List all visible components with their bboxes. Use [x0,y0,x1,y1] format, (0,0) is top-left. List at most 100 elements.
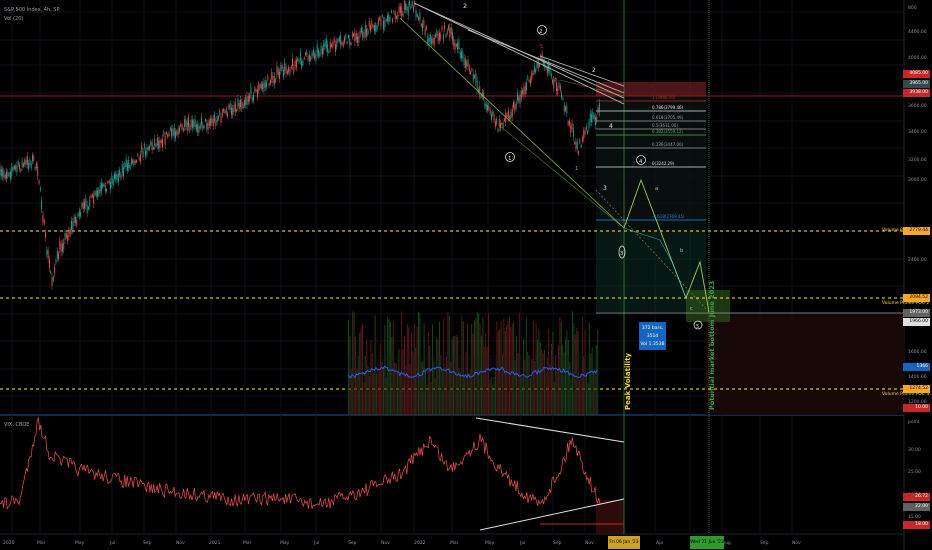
candle-body [17,161,19,165]
candle-body [208,120,210,126]
candle-body [65,233,67,238]
candle-body [95,190,97,196]
candle-body [569,120,570,126]
candle-body [293,66,295,73]
candle-body [167,134,169,138]
candle-body [107,181,109,184]
candle-body [101,182,102,192]
candle-body [435,34,436,38]
candle-body [12,166,14,171]
candle-body [97,190,98,198]
candle-body [324,41,326,48]
candle-body [536,62,538,68]
candle-body [442,34,444,41]
candle-body [64,232,66,241]
candle-body [422,23,423,32]
indicator-title[interactable]: Vol (20) [4,15,59,24]
candle-body [175,131,176,139]
candle-body [25,159,27,165]
candle-body [463,57,465,65]
candle-body [42,214,44,222]
candle-body [340,35,342,45]
price-axis-label: 4000.00 [908,56,927,61]
candle-body [345,34,347,39]
date-box-bottom[interactable]: Wed 21 Jun '23 16:30 [690,536,724,549]
candle-body [166,131,167,135]
candle-body [441,26,443,31]
date-box-peak[interactable]: Fri 06 Jan '23 14:30 [608,536,640,549]
candle-body [298,59,300,63]
candle-body [271,71,273,80]
candle-body [416,14,418,17]
candle-body [119,169,121,176]
candle-body [380,19,382,26]
candle-body [218,116,219,120]
candle-body [493,114,495,121]
candle-body [426,26,427,30]
wave-sub-b: b [680,248,683,254]
candle-body [150,141,152,146]
candle-body [452,32,453,41]
time-axis-label: Sep [348,540,357,546]
wave-sub-a: a [655,186,658,192]
candle-body [162,138,163,148]
candle-body [420,24,422,27]
wave-sub-3: 3 [603,185,607,192]
candle-body [169,127,171,131]
candle-body [102,183,104,188]
symbol-title[interactable]: S&P 500 Index, 4h, SP [4,6,59,15]
vix-legend[interactable]: VIX, CBOE [4,421,29,430]
candle-body [267,75,269,80]
price-badge-5: 2094.52 [903,294,930,302]
candle-body [246,96,248,105]
candle-body [524,85,526,94]
candle-body [231,107,232,116]
candle-body [461,51,462,59]
candle-body [444,24,446,30]
candle-body [227,112,228,117]
candle-body [285,66,287,74]
candle-body [335,44,336,53]
candle-body [411,0,413,6]
candle-body [145,150,147,157]
candle-body [211,117,213,124]
price-axis-label: 3200.00 [908,158,927,163]
candle-body [392,18,394,23]
candle-body [580,144,582,148]
vix-axis[interactable]: 30.0025.0020.0015.00 [905,415,932,535]
candle-body [353,33,355,37]
candle-body [424,28,426,35]
vix-title[interactable]: VIX, CBOE [4,421,29,430]
candle-body [402,12,404,17]
candle-body [184,119,186,127]
candle-body [6,171,7,179]
candle-body [177,128,179,136]
candle-body [281,65,283,70]
candle-body [332,42,334,47]
candle-body [155,144,157,147]
candle-body [436,31,438,36]
candle-body [143,143,145,149]
candle-body [383,20,384,30]
chart-legend[interactable]: S&P 500 Index, 4h, SP Vol (20) [4,6,59,24]
candle-body [124,163,126,167]
candle-body [297,58,299,61]
candle-body [268,83,270,87]
price-axis[interactable]: 800 4400.00 4000.00 3600.00 3400.00 3200.00 30… [905,0,932,415]
price-badge-6: 1973.00 [903,309,930,317]
candle-body [283,69,284,77]
candle-body [491,114,492,121]
candle-body [158,140,160,149]
candle-body [52,277,54,281]
chart-canvas[interactable]: Peak Volatility Potential market bottom … [0,0,932,550]
candle-body [409,0,410,5]
candle-body [277,69,279,75]
candle-body [72,222,74,231]
candle-body [336,41,338,48]
candle-body [598,103,600,113]
candle-body [90,194,92,198]
candle-body [328,50,330,53]
price-axis-label: 2400.00 [908,258,927,263]
candle-body [396,16,397,19]
candle-body [16,165,18,173]
